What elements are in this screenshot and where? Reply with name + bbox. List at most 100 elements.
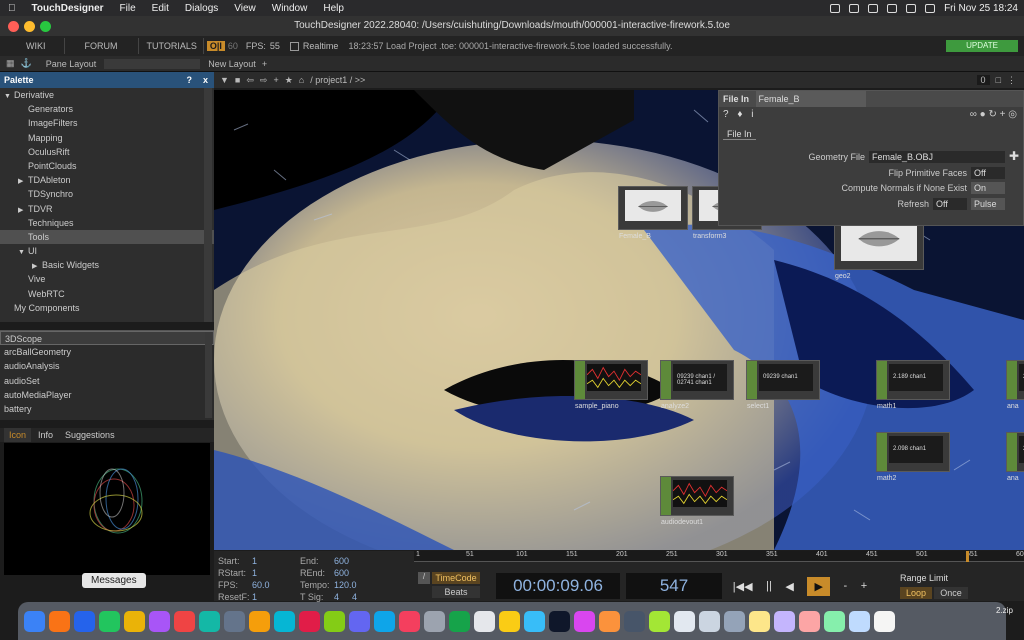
- dock-app-icon[interactable]: [799, 610, 820, 632]
- param-op-name[interactable]: Female_B: [755, 91, 866, 107]
- param-tab-filein[interactable]: File In: [723, 129, 756, 140]
- comment-icon[interactable]: ●: [980, 109, 986, 120]
- rend-value[interactable]: 600: [334, 568, 382, 578]
- wifi-icon[interactable]: [906, 3, 917, 13]
- dock-app-icon[interactable]: [724, 610, 745, 632]
- pause-icon[interactable]: ||: [766, 580, 772, 592]
- beats-button[interactable]: Beats: [432, 586, 480, 598]
- fps-cap[interactable]: 60: [228, 41, 238, 51]
- loop-button[interactable]: Loop: [900, 587, 932, 599]
- pane-layout-button[interactable]: Pane Layout: [46, 59, 97, 69]
- tsig-b-value[interactable]: 4: [352, 592, 366, 602]
- dock-app-icon[interactable]: [199, 610, 220, 632]
- add-file-icon[interactable]: ✚: [1009, 149, 1019, 163]
- resetf-value[interactable]: 1: [252, 592, 300, 602]
- dock-app-icon[interactable]: [249, 610, 270, 632]
- close-icon[interactable]: x: [203, 72, 208, 88]
- palette-item[interactable]: ▼ UI: [0, 244, 214, 258]
- zoom-value[interactable]: 0: [976, 75, 990, 85]
- link-icon[interactable]: ∞: [970, 109, 977, 120]
- dock-app-icon[interactable]: [849, 610, 870, 632]
- dock-app-icon[interactable]: [499, 610, 520, 632]
- expand-arrow-icon[interactable]: ▼: [18, 246, 28, 260]
- component-item[interactable]: battery: [0, 402, 214, 416]
- rewind-icon[interactable]: |◀◀: [733, 580, 753, 593]
- playhead[interactable]: [966, 551, 969, 562]
- palette-item[interactable]: Vive: [0, 272, 214, 286]
- palette-item[interactable]: ImageFilters: [0, 116, 214, 130]
- component-item[interactable]: arcBallGeometry: [0, 345, 214, 359]
- dock-app-icon[interactable]: [349, 610, 370, 632]
- menu-window[interactable]: Window: [264, 3, 316, 14]
- expand-arrow-icon[interactable]: ▼: [4, 90, 14, 104]
- realtime-checkbox[interactable]: [289, 41, 299, 51]
- dock-app-icon[interactable]: [149, 610, 170, 632]
- step-back-icon[interactable]: ◀: [785, 580, 793, 593]
- dock-app-icon[interactable]: [474, 610, 495, 632]
- palette-item[interactable]: ▶ Basic Widgets: [0, 258, 214, 272]
- minimize-window-button[interactable]: [24, 21, 35, 32]
- node-sample-piano[interactable]: sample_piano: [574, 360, 648, 410]
- palette-item[interactable]: ▼ Derivative: [0, 88, 214, 102]
- component-item[interactable]: audioAnalysis: [0, 359, 214, 373]
- anchor-icon[interactable]: ⚓: [21, 58, 32, 69]
- tempo-value[interactable]: 120.0: [334, 580, 382, 590]
- plus-icon[interactable]: +: [1000, 109, 1006, 120]
- palette-item[interactable]: PointClouds: [0, 159, 214, 173]
- dock-app-icon[interactable]: [74, 610, 95, 632]
- dock-app-icon[interactable]: [124, 610, 145, 632]
- target-icon[interactable]: ◎: [1008, 109, 1017, 120]
- forum-button[interactable]: FORUM: [65, 38, 139, 54]
- minus-icon[interactable]: -: [843, 580, 847, 592]
- update-button[interactable]: UPDATE: [946, 40, 1018, 52]
- dock-app-icon[interactable]: [449, 610, 470, 632]
- frame-display[interactable]: 547: [626, 573, 722, 599]
- timeline-ruler[interactable]: 151101151201251301351401451501551600: [414, 551, 1024, 562]
- palette-item[interactable]: Tools: [0, 229, 214, 245]
- once-button[interactable]: Once: [934, 587, 968, 599]
- oi-button[interactable]: O|I: [206, 41, 225, 51]
- pulse-button[interactable]: Pulse: [971, 198, 1005, 210]
- dock-app-icon[interactable]: [424, 610, 445, 632]
- new-layout-tab[interactable]: New Layout: [208, 59, 256, 69]
- component-item[interactable]: autoMediaPlayer: [0, 388, 214, 402]
- dock-app-icon[interactable]: [324, 610, 345, 632]
- refresh-toggle[interactable]: Off: [933, 198, 967, 210]
- menu-edit[interactable]: Edit: [144, 3, 177, 14]
- timecode-mode-icon[interactable]: /: [418, 572, 430, 584]
- start-value[interactable]: 1: [252, 556, 300, 566]
- palette-item[interactable]: TDSynchro: [0, 187, 214, 201]
- node-audiodevout1[interactable]: audiodevout1: [660, 476, 734, 526]
- palette-item[interactable]: Mapping: [0, 131, 214, 145]
- battery-icon[interactable]: [887, 3, 898, 13]
- network-path[interactable]: / project1 / >>: [310, 75, 365, 85]
- timecode-display[interactable]: 00:00:09.06: [496, 573, 620, 599]
- node-select1[interactable]: 09239 chan1 select1: [746, 360, 820, 410]
- flip-faces-toggle[interactable]: Off: [971, 167, 1005, 179]
- end-value[interactable]: 600: [334, 556, 382, 566]
- geometry-file-field[interactable]: Female_B.OBJ: [869, 151, 1005, 163]
- palette-item[interactable]: WebRTC: [0, 287, 214, 301]
- node-ana[interactable]: 2. ana: [1006, 360, 1024, 410]
- node-female-b[interactable]: Female_B: [618, 186, 688, 240]
- star-icon[interactable]: ★: [285, 75, 293, 86]
- node-analyze2[interactable]: 09239 chan1 / 02741 chan1 analyze2: [660, 360, 734, 410]
- dock-app-icon[interactable]: [874, 610, 895, 632]
- forward-icon[interactable]: ⇨: [260, 75, 268, 86]
- palette-item[interactable]: Techniques: [0, 216, 214, 230]
- tsig-a-value[interactable]: 4: [334, 592, 352, 602]
- app-menu[interactable]: TouchDesigner: [24, 3, 112, 14]
- dock-app-icon[interactable]: [674, 610, 695, 632]
- menu-view[interactable]: View: [226, 3, 264, 14]
- component-item[interactable]: 3DScope: [0, 331, 214, 346]
- dock-app-icon[interactable]: [649, 610, 670, 632]
- dock-app-icon[interactable]: [224, 610, 245, 632]
- dock-app-icon[interactable]: [524, 610, 545, 632]
- menu-help[interactable]: Help: [315, 3, 352, 14]
- dock-app-icon[interactable]: [374, 610, 395, 632]
- help-icon[interactable]: ?: [187, 72, 193, 88]
- help-icon[interactable]: ?: [723, 109, 729, 120]
- status-icon[interactable]: [830, 3, 841, 13]
- node-math1[interactable]: 2.189 chan1 math1: [876, 360, 950, 410]
- dock-app-icon[interactable]: [399, 610, 420, 632]
